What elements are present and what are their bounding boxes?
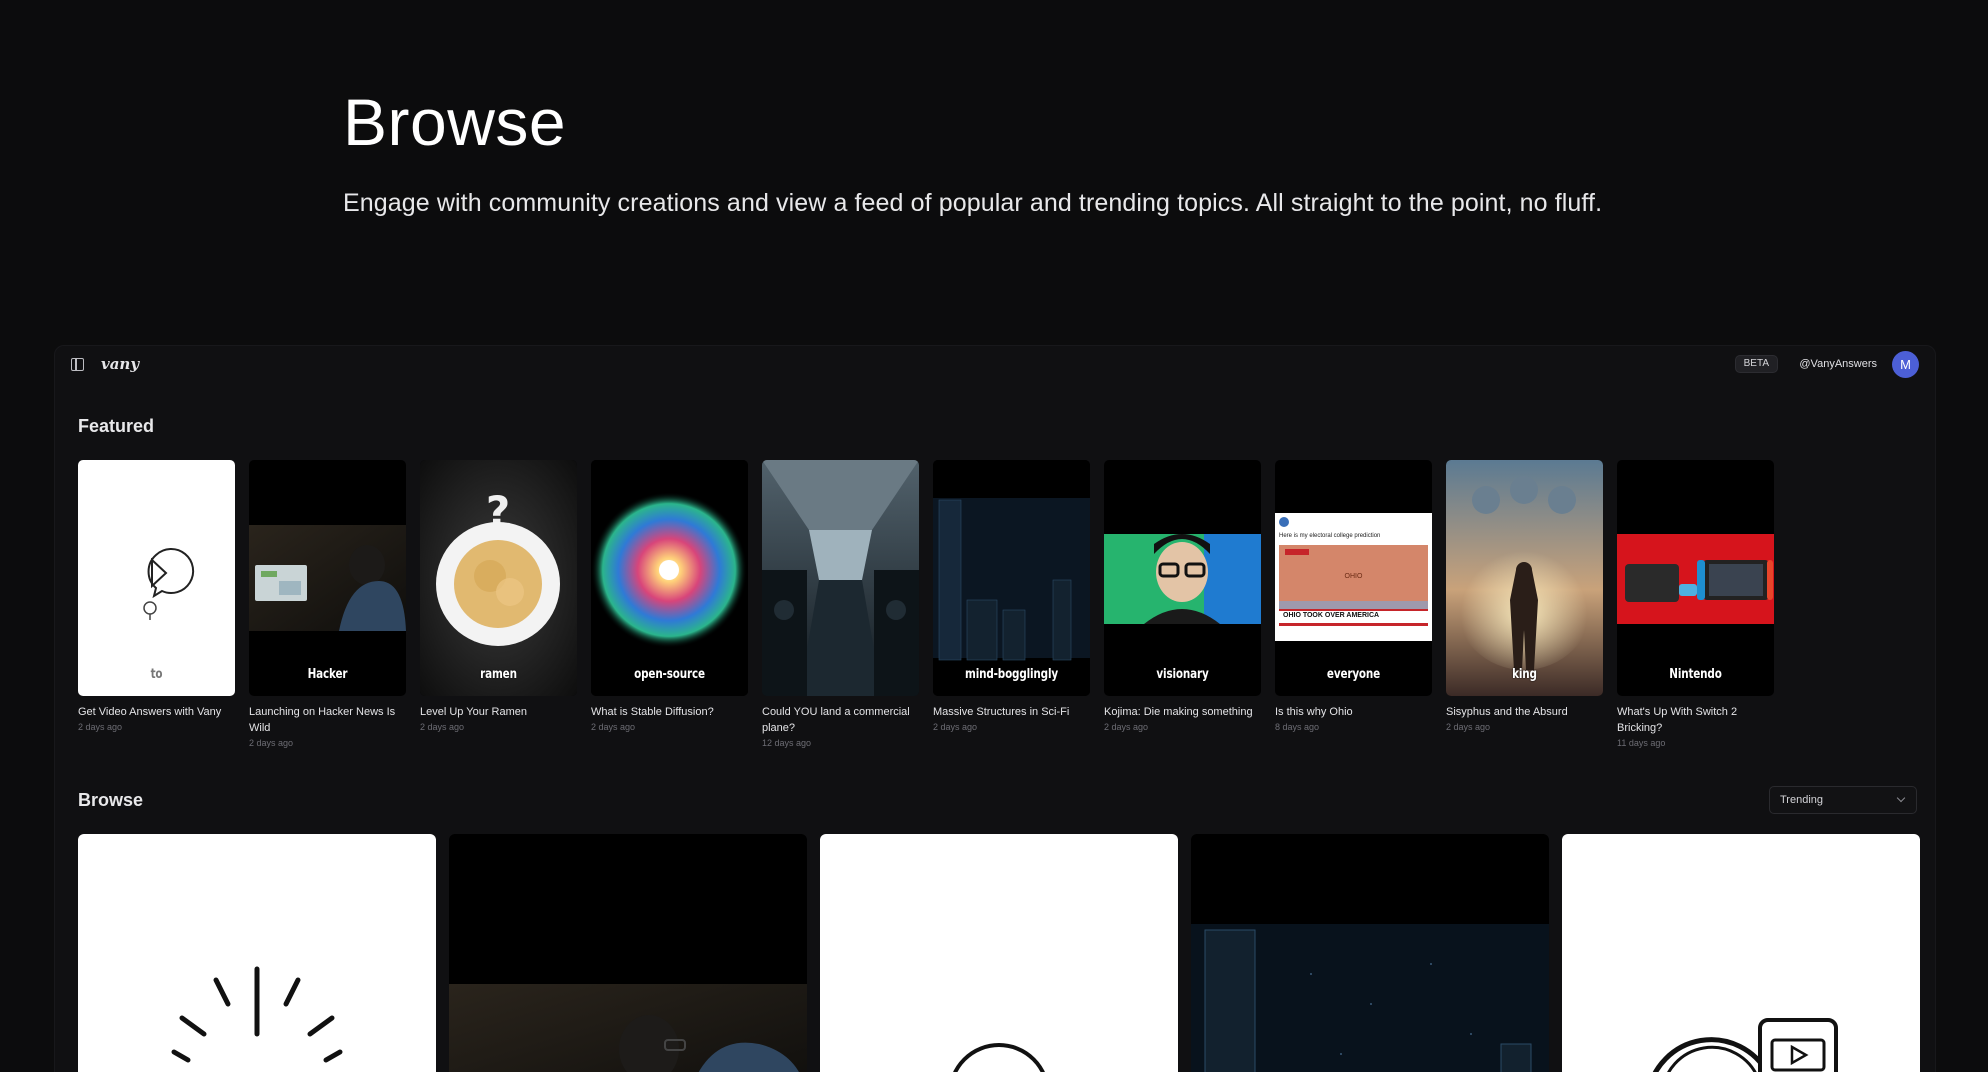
featured-card[interactable]: Could YOU land a commercial plane? 12 da… — [762, 460, 919, 748]
dark-structures-image — [1191, 924, 1549, 1072]
election-map-image: Here is my electoral college prediction … — [1275, 513, 1432, 641]
featured-thumbnail[interactable]: Nintendo — [1617, 460, 1774, 696]
featured-thumbnail[interactable]: king — [1446, 460, 1603, 696]
featured-card[interactable]: Hacker Launching on Hacker News Is Wild … — [249, 460, 406, 748]
featured-heading: Featured — [78, 416, 155, 436]
sort-select[interactable]: Trending — [1769, 786, 1917, 814]
browse-card[interactable] — [449, 834, 807, 1072]
featured-keyword: Hacker — [307, 667, 348, 682]
featured-card[interactable]: king Sisyphus and the Absurd 2 days ago — [1446, 460, 1603, 732]
featured-date: 8 days ago — [1275, 722, 1320, 732]
tweet-text: Here is my electoral college prediction — [1279, 533, 1381, 539]
browse-card[interactable] — [1191, 834, 1549, 1072]
featured-thumbnail[interactable]: to — [78, 460, 235, 696]
hero: Browse Engage with community creations a… — [343, 86, 1843, 218]
featured-caption[interactable]: What is Stable Diffusion? — [591, 704, 748, 720]
featured-date: 2 days ago — [420, 722, 465, 732]
featured-keyword: visionary — [1156, 667, 1209, 682]
featured-keyword: everyone — [1326, 667, 1381, 682]
featured-card[interactable]: visionary Kojima: Die making something 2… — [1104, 460, 1261, 732]
featured-caption[interactable]: Massive Structures in Sci-Fi — [933, 704, 1090, 720]
featured-caption[interactable]: Sisyphus and the Absurd — [1446, 704, 1603, 720]
featured-thumbnail[interactable]: Here is my electoral college prediction … — [1275, 460, 1432, 696]
featured-keyword: king — [1512, 667, 1537, 682]
featured-caption[interactable]: Is this why Ohio — [1275, 704, 1432, 720]
play-chat-icon — [143, 548, 195, 620]
featured-keyword: mind-bogglingly — [965, 667, 1058, 682]
circle-icon — [953, 1043, 1045, 1072]
featured-card[interactable]: Here is my electoral college prediction … — [1275, 460, 1432, 732]
page-subtitle: Engage with community creations and view… — [343, 188, 1603, 217]
featured-thumbnail[interactable]: open-source — [591, 460, 748, 696]
beta-badge: BETA — [1734, 355, 1778, 373]
user-handle[interactable]: @VanyAnswers — [1799, 358, 1877, 370]
browse-card[interactable] — [78, 834, 436, 1072]
tweet-headline: Ohio took over America — [1283, 612, 1380, 619]
map-label: OHIO — [1344, 573, 1363, 580]
tweet-avatar-icon — [1279, 517, 1289, 527]
laptop-person-image — [249, 525, 406, 631]
featured-keyword: open-source — [634, 667, 705, 682]
sort-select-value: Trending — [1780, 794, 1824, 806]
color-burst-image — [591, 460, 748, 696]
featured-caption[interactable]: Kojima: Die making something — [1104, 704, 1261, 720]
browse-heading: Browse — [78, 790, 144, 810]
chevron-down-icon — [1896, 793, 1906, 803]
us-map: OHIO — [1279, 545, 1428, 615]
sidebar-toggle-icon[interactable] — [71, 358, 84, 371]
laptop-person-image — [449, 984, 807, 1072]
dark-structures-image — [933, 460, 1090, 696]
featured-card[interactable]: mind-bogglingly Massive Structures in Sc… — [933, 460, 1090, 732]
browse-card[interactable] — [820, 834, 1178, 1072]
logo[interactable]: vany — [101, 355, 139, 373]
featured-date: 11 days ago — [1617, 738, 1666, 748]
figure-clouds-image — [1446, 460, 1603, 696]
featured-date: 2 days ago — [591, 722, 636, 732]
console-image — [1617, 534, 1774, 624]
page-title: Browse — [343, 85, 567, 159]
sunburst-icon — [171, 966, 343, 1063]
featured-caption[interactable]: What's Up With Switch 2 Bricking? — [1617, 704, 1774, 736]
featured-card[interactable]: to Get Video Answers with Vany 2 days ag… — [78, 460, 235, 732]
featured-keyword: ramen — [480, 667, 517, 682]
featured-thumbnail[interactable]: visionary — [1104, 460, 1261, 696]
featured-caption[interactable]: Launching on Hacker News Is Wild — [249, 704, 406, 736]
avatar[interactable]: M — [1892, 351, 1919, 378]
featured-date: 2 days ago — [1104, 722, 1149, 732]
featured-date: 2 days ago — [1446, 722, 1491, 732]
featured-card[interactable]: ? ramen Level Up Your Ramen 2 days ago — [420, 460, 577, 732]
portrait-image — [1104, 534, 1261, 624]
featured-keyword: Nintendo — [1669, 667, 1722, 682]
featured-thumbnail[interactable]: Hacker — [249, 460, 406, 696]
featured-caption[interactable]: Level Up Your Ramen — [420, 704, 577, 720]
featured-date: 12 days ago — [762, 738, 812, 748]
featured-card[interactable]: open-source What is Stable Diffusion? 2 … — [591, 460, 748, 732]
featured-thumbnail[interactable] — [762, 460, 919, 696]
featured-date: 2 days ago — [933, 722, 978, 732]
featured-thumbnail[interactable]: ? ramen — [420, 460, 577, 696]
featured-card[interactable]: Nintendo What's Up With Switch 2 Brickin… — [1617, 460, 1774, 748]
featured-caption[interactable]: Could YOU land a commercial plane? — [762, 704, 919, 736]
featured-date: 2 days ago — [78, 722, 123, 732]
video-phone-icon — [1652, 1018, 1838, 1072]
top-bar: vany BETA @VanyAnswers M — [55, 346, 1935, 384]
ramen-bowl-image: ? — [420, 460, 577, 696]
featured-keyword: to — [150, 667, 163, 682]
featured-caption[interactable]: Get Video Answers with Vany — [78, 704, 235, 720]
browse-card[interactable] — [1562, 834, 1920, 1072]
featured-thumbnail[interactable]: mind-bogglingly — [933, 460, 1090, 696]
app-window: vany BETA @VanyAnswers M Featured to Get… — [54, 345, 1936, 1072]
airplane-cabin-image — [762, 460, 919, 696]
featured-date: 2 days ago — [249, 738, 294, 748]
